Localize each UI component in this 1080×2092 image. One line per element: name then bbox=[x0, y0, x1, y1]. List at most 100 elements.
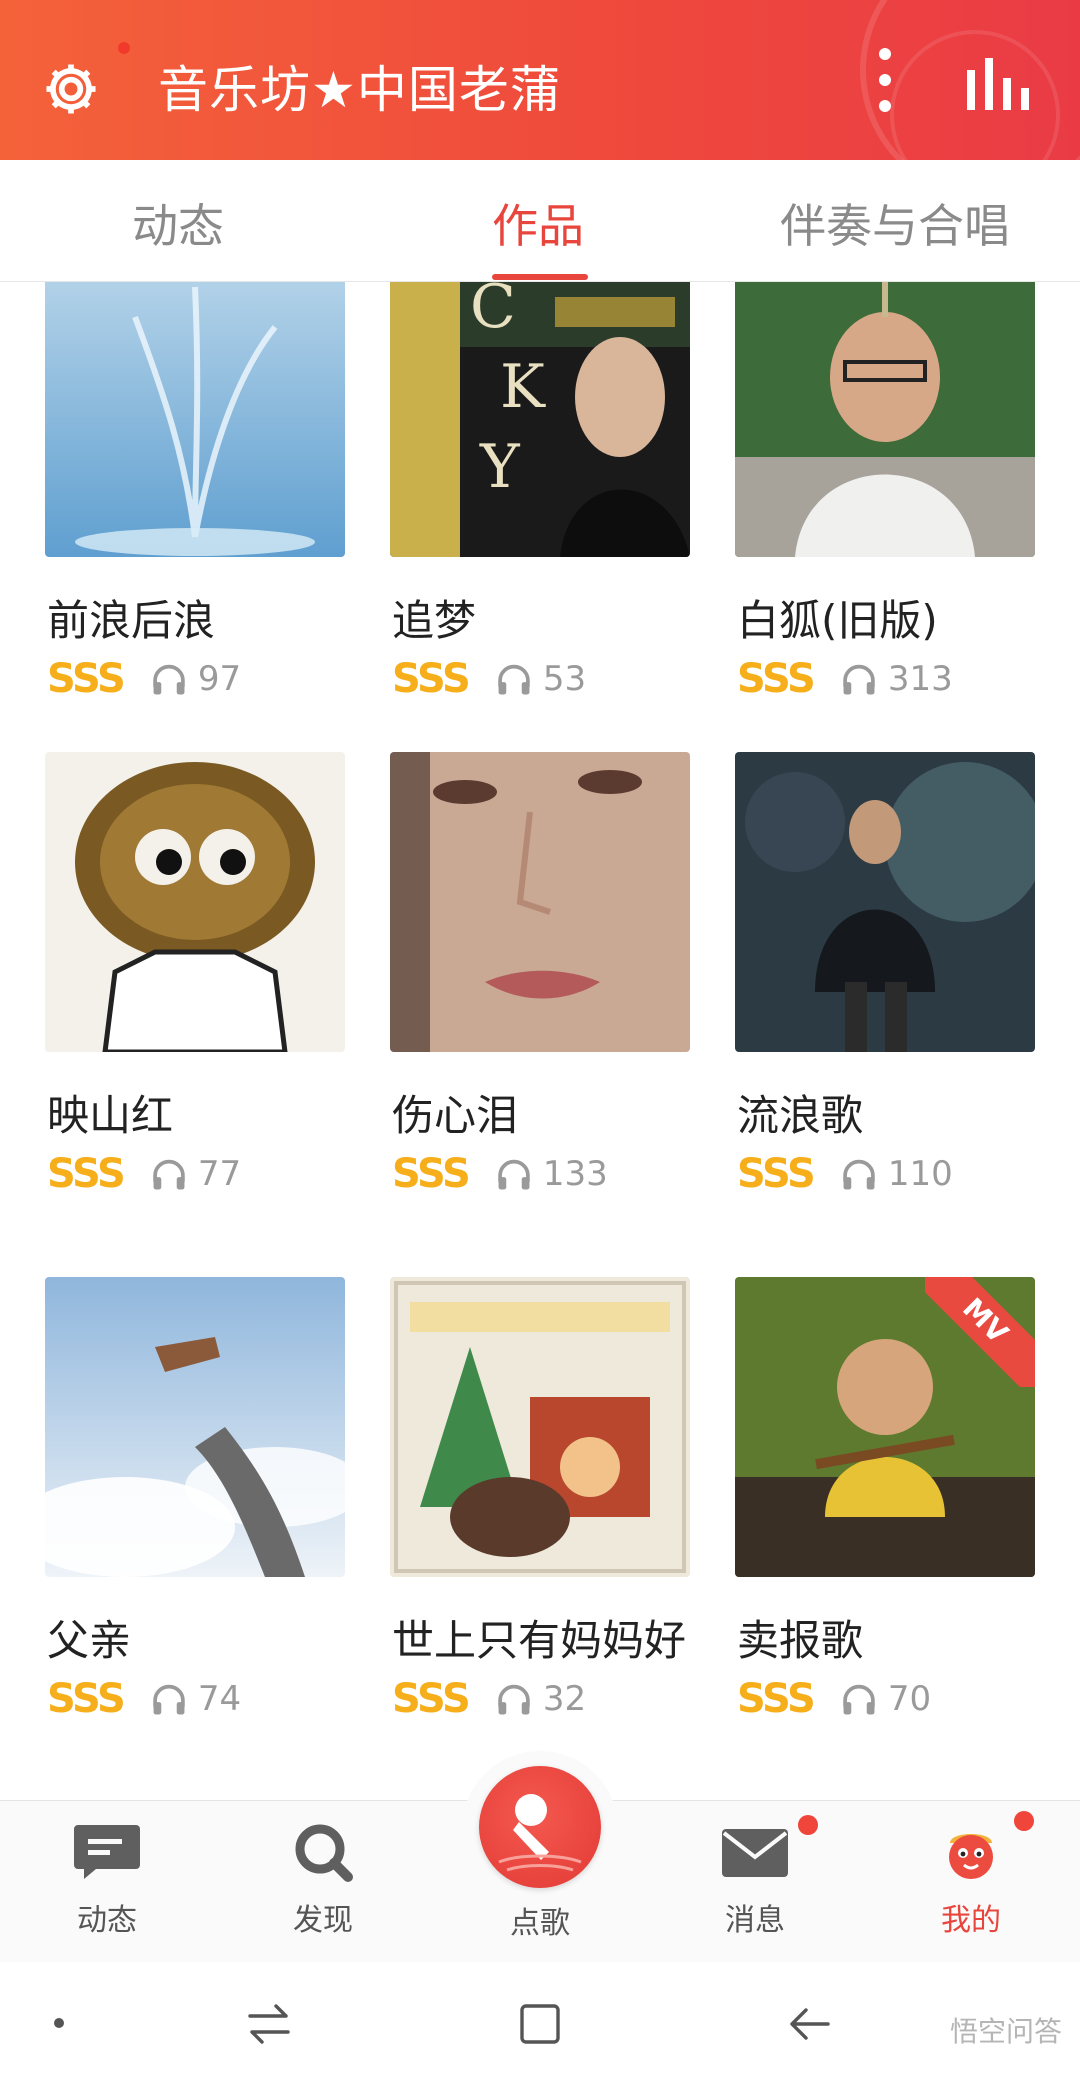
work-card[interactable]: MV 卖报歌 SSS 70 bbox=[735, 1277, 1035, 1737]
work-title: 卖报歌 bbox=[737, 1616, 864, 1665]
nav-label: 动态 bbox=[77, 1903, 137, 1938]
nav-item-messages[interactable]: 消息 bbox=[695, 1821, 815, 1939]
work-card[interactable]: 父亲 SSS 74 bbox=[45, 1277, 345, 1737]
tab-activity[interactable]: 动态 bbox=[132, 190, 224, 256]
request-song-button[interactable] bbox=[479, 1766, 601, 1888]
messages-badge bbox=[798, 1815, 818, 1835]
work-cover[interactable] bbox=[45, 752, 345, 1052]
profile-badge bbox=[1014, 1811, 1034, 1831]
work-meta: SSS 110 bbox=[737, 1151, 953, 1197]
grade-badge: SSS bbox=[392, 1676, 471, 1722]
grade-badge: SSS bbox=[47, 1676, 126, 1722]
work-title: 前浪后浪 bbox=[47, 596, 216, 645]
play-count: 110 bbox=[887, 1154, 953, 1194]
mv-badge: MV bbox=[925, 1277, 1035, 1387]
notification-dot bbox=[118, 42, 130, 54]
work-title: 流浪歌 bbox=[737, 1091, 864, 1140]
watermark: 悟空问答 bbox=[949, 2015, 1062, 2048]
nav-label: 消息 bbox=[725, 1903, 785, 1938]
home-icon[interactable] bbox=[516, 2000, 564, 2048]
chat-bubble-icon bbox=[74, 1825, 140, 1879]
work-title: 世上只有妈妈好 bbox=[392, 1616, 687, 1665]
play-count: 313 bbox=[887, 659, 953, 699]
work-card[interactable]: 前浪后浪 SSS 97 bbox=[45, 282, 345, 717]
dot-icon[interactable] bbox=[54, 2018, 64, 2028]
app-header: 音乐坊★中国老蒲 bbox=[0, 0, 1080, 160]
grade-badge: SSS bbox=[47, 1151, 126, 1197]
work-title: 伤心泪 bbox=[392, 1091, 519, 1140]
work-title: 映山红 bbox=[47, 1091, 174, 1140]
play-count: 70 bbox=[887, 1679, 932, 1719]
svg-text:C: C bbox=[470, 282, 516, 342]
grade-badge: SSS bbox=[737, 656, 816, 702]
work-meta: SSS 97 bbox=[47, 656, 242, 702]
headphones-icon bbox=[153, 1159, 185, 1190]
play-count: 53 bbox=[542, 659, 587, 699]
work-cover[interactable]: MV bbox=[735, 1277, 1035, 1577]
work-meta: SSS 74 bbox=[47, 1676, 242, 1722]
system-navigation-bar: 悟空问答 bbox=[0, 1962, 1080, 2092]
nav-label: 发现 bbox=[293, 1903, 353, 1938]
work-card[interactable]: 白狐(旧版) SSS 313 bbox=[735, 282, 1035, 717]
work-cover[interactable] bbox=[390, 752, 690, 1052]
work-cover[interactable] bbox=[45, 282, 345, 557]
play-count: 32 bbox=[542, 1679, 587, 1719]
play-count: 74 bbox=[197, 1679, 242, 1719]
headphones-icon bbox=[498, 1159, 530, 1190]
work-meta: SSS 133 bbox=[392, 1151, 608, 1197]
profile-mascot-icon bbox=[949, 1834, 993, 1879]
work-meta: SSS 77 bbox=[47, 1151, 242, 1197]
play-count: 97 bbox=[197, 659, 242, 699]
svg-text:Y: Y bbox=[479, 432, 521, 502]
work-cover[interactable] bbox=[45, 1277, 345, 1577]
works-grid: 前浪后浪 SSS 97 C K Y 追梦 SSS 53 白狐(旧版) SSS 3… bbox=[0, 282, 1080, 1800]
microphone-icon bbox=[498, 1794, 582, 1872]
work-card[interactable]: C K Y 追梦 SSS 53 bbox=[390, 282, 690, 717]
work-meta: SSS 53 bbox=[392, 656, 587, 702]
gear-icon[interactable] bbox=[40, 58, 102, 120]
work-cover[interactable]: C K Y bbox=[390, 282, 690, 557]
svg-text:K: K bbox=[500, 352, 546, 422]
work-meta: SSS 32 bbox=[392, 1676, 587, 1722]
work-cover[interactable] bbox=[735, 282, 1035, 557]
page-title: 音乐坊★中国老蒲 bbox=[158, 61, 561, 119]
headphones-icon bbox=[843, 1684, 875, 1715]
more-vertical-icon[interactable] bbox=[870, 48, 900, 118]
work-card[interactable]: 流浪歌 SSS 110 bbox=[735, 752, 1035, 1212]
equalizer-icon[interactable] bbox=[965, 58, 1029, 110]
grade-badge: SSS bbox=[392, 1151, 471, 1197]
work-title: 白狐(旧版) bbox=[737, 596, 938, 645]
back-icon[interactable] bbox=[786, 2002, 832, 2046]
headphones-icon bbox=[153, 1684, 185, 1715]
mail-icon bbox=[722, 1829, 788, 1877]
grade-badge: SSS bbox=[47, 656, 126, 702]
bottom-navigation: 动态 发现 点歌 消息 我的 bbox=[0, 1751, 1080, 1962]
headphones-icon bbox=[843, 1159, 875, 1190]
grade-badge: SSS bbox=[737, 1676, 816, 1722]
headphones-icon bbox=[153, 664, 185, 695]
nav-item-discover[interactable]: 发现 bbox=[263, 1821, 383, 1939]
play-count: 77 bbox=[197, 1154, 242, 1194]
work-card[interactable]: 世上只有妈妈好 SSS 32 bbox=[390, 1277, 690, 1737]
work-meta: SSS 70 bbox=[737, 1676, 932, 1722]
work-title: 父亲 bbox=[47, 1616, 132, 1665]
headphones-icon bbox=[498, 1684, 530, 1715]
nav-item-feed[interactable]: 动态 bbox=[47, 1821, 167, 1939]
nav-label: 我的 bbox=[941, 1903, 1001, 1938]
nav-item-me[interactable]: 我的 bbox=[911, 1821, 1031, 1939]
work-title: 追梦 bbox=[392, 596, 477, 645]
work-cover[interactable] bbox=[390, 1277, 690, 1577]
work-cover[interactable] bbox=[735, 752, 1035, 1052]
search-icon bbox=[295, 1824, 353, 1882]
switch-apps-icon[interactable] bbox=[246, 2002, 292, 2046]
work-card[interactable]: 映山红 SSS 77 bbox=[45, 752, 345, 1212]
tab-works[interactable]: 作品 bbox=[492, 190, 584, 256]
play-count: 133 bbox=[542, 1154, 608, 1194]
grade-badge: SSS bbox=[737, 1151, 816, 1197]
headphones-icon bbox=[843, 664, 875, 695]
active-tab-indicator bbox=[492, 274, 588, 280]
work-card[interactable]: 伤心泪 SSS 133 bbox=[390, 752, 690, 1212]
nav-label-request-song[interactable]: 点歌 bbox=[480, 1898, 600, 1942]
profile-tabs: 动态 作品 伴奏与合唱 bbox=[0, 160, 1080, 282]
tab-accompaniment-chorus[interactable]: 伴奏与合唱 bbox=[780, 190, 1010, 256]
